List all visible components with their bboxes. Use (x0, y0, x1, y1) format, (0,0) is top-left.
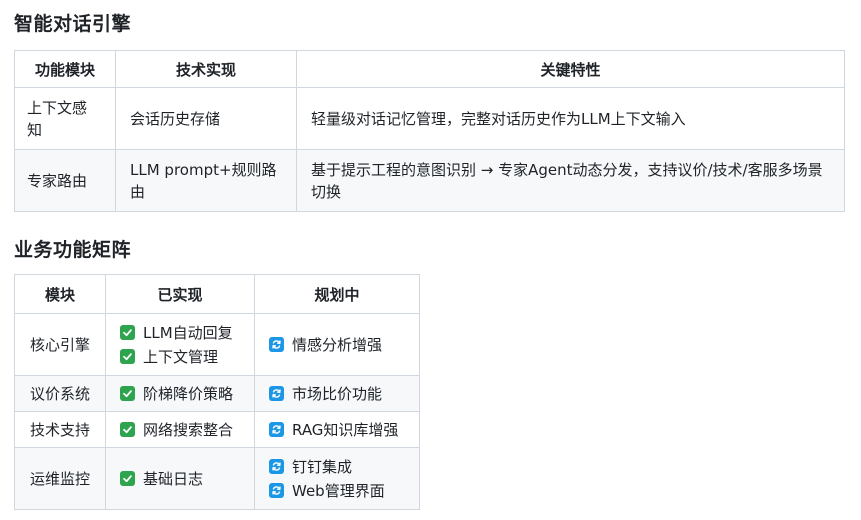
refresh-icon (269, 337, 284, 352)
planned-cell: RAG知识库增强 (254, 411, 420, 448)
done-item-label: 阶梯降价策略 (143, 384, 234, 403)
done-item-label: 上下文管理 (143, 347, 219, 366)
check-box-icon (120, 422, 135, 437)
table-row: 上下文感知 会话历史存储 轻量级对话记忆管理，完整对话历史作为LLM上下文输入 (14, 87, 845, 150)
module-cell: 运维监控 (14, 447, 106, 510)
module-cell: 议价系统 (14, 375, 106, 412)
check-box-icon (120, 471, 135, 486)
done-cell: LLM自动回复 上下文管理 (105, 313, 255, 376)
refresh-icon (269, 483, 284, 498)
module-cell: 上下文感知 (14, 87, 116, 150)
refresh-icon (269, 422, 284, 437)
feature-cell: 轻量级对话记忆管理，完整对话历史作为LLM上下文输入 (296, 87, 845, 150)
refresh-icon (269, 386, 284, 401)
done-item-label: 基础日志 (143, 469, 204, 488)
planned-cell: 钉钉集成 Web管理界面 (254, 447, 420, 510)
planned-item: 情感分析增强 (269, 333, 405, 357)
done-item: LLM自动回复 (120, 321, 240, 345)
planned-cell: 情感分析增强 (254, 313, 420, 376)
done-item: 阶梯降价策略 (120, 382, 240, 406)
table-row: 核心引擎 LLM自动回复 上下文管理 情感分析增强 (14, 313, 420, 376)
feature-cell: 基于提示工程的意图识别 → 专家Agent动态分发，支持议价/技术/客服多场景切… (296, 149, 845, 212)
planned-item: Web管理界面 (269, 479, 405, 503)
column-header: 已实现 (105, 274, 255, 314)
module-cell: 核心引擎 (14, 313, 106, 376)
table-row: 运维监控 基础日志 钉钉集成 Web管理界面 (14, 447, 420, 510)
column-header: 功能模块 (14, 50, 116, 88)
planned-cell: 市场比价功能 (254, 375, 420, 412)
check-box-icon (120, 349, 135, 364)
engine-table: 功能模块 技术实现 关键特性 上下文感知 会话历史存储 轻量级对话记忆管理，完整… (14, 50, 845, 212)
planned-item-label: Web管理界面 (292, 481, 385, 500)
done-cell: 阶梯降价策略 (105, 375, 255, 412)
column-header: 关键特性 (296, 50, 845, 88)
done-item-label: LLM自动回复 (143, 323, 233, 342)
module-cell: 技术支持 (14, 411, 106, 448)
planned-item-label: 钉钉集成 (292, 457, 353, 476)
done-cell: 网络搜索整合 (105, 411, 255, 448)
planned-item-label: RAG知识库增强 (292, 420, 399, 439)
module-cell: 专家路由 (14, 149, 116, 212)
planned-item-label: 市场比价功能 (292, 384, 383, 403)
planned-item-label: 情感分析增强 (292, 335, 383, 354)
section-title-matrix: 业务功能矩阵 (14, 239, 132, 261)
check-box-icon (120, 386, 135, 401)
table-row: 专家路由 LLM prompt+规则路由 基于提示工程的意图识别 → 专家Age… (14, 149, 845, 212)
table-header-row: 模块 已实现 规划中 (14, 274, 420, 314)
check-box-icon (120, 325, 135, 340)
tech-cell: LLM prompt+规则路由 (115, 149, 297, 212)
table-row: 技术支持 网络搜索整合 RAG知识库增强 (14, 411, 420, 448)
done-cell: 基础日志 (105, 447, 255, 510)
column-header: 模块 (14, 274, 106, 314)
refresh-icon (269, 459, 284, 474)
table-row: 议价系统 阶梯降价策略 市场比价功能 (14, 375, 420, 412)
section-title-engine: 智能对话引擎 (14, 13, 132, 35)
column-header: 技术实现 (115, 50, 297, 88)
done-item: 基础日志 (120, 467, 240, 491)
done-item: 上下文管理 (120, 345, 240, 369)
done-item: 网络搜索整合 (120, 418, 240, 442)
column-header: 规划中 (254, 274, 420, 314)
planned-item: 钉钉集成 (269, 455, 405, 479)
planned-item: 市场比价功能 (269, 382, 405, 406)
tech-cell: 会话历史存储 (115, 87, 297, 150)
done-item-label: 网络搜索整合 (143, 420, 234, 439)
planned-item: RAG知识库增强 (269, 418, 405, 442)
feature-matrix-table: 模块 已实现 规划中 核心引擎 LLM自动回复 上下文管理 情感分析增强 议价系… (14, 274, 420, 510)
table-header-row: 功能模块 技术实现 关键特性 (14, 50, 845, 88)
